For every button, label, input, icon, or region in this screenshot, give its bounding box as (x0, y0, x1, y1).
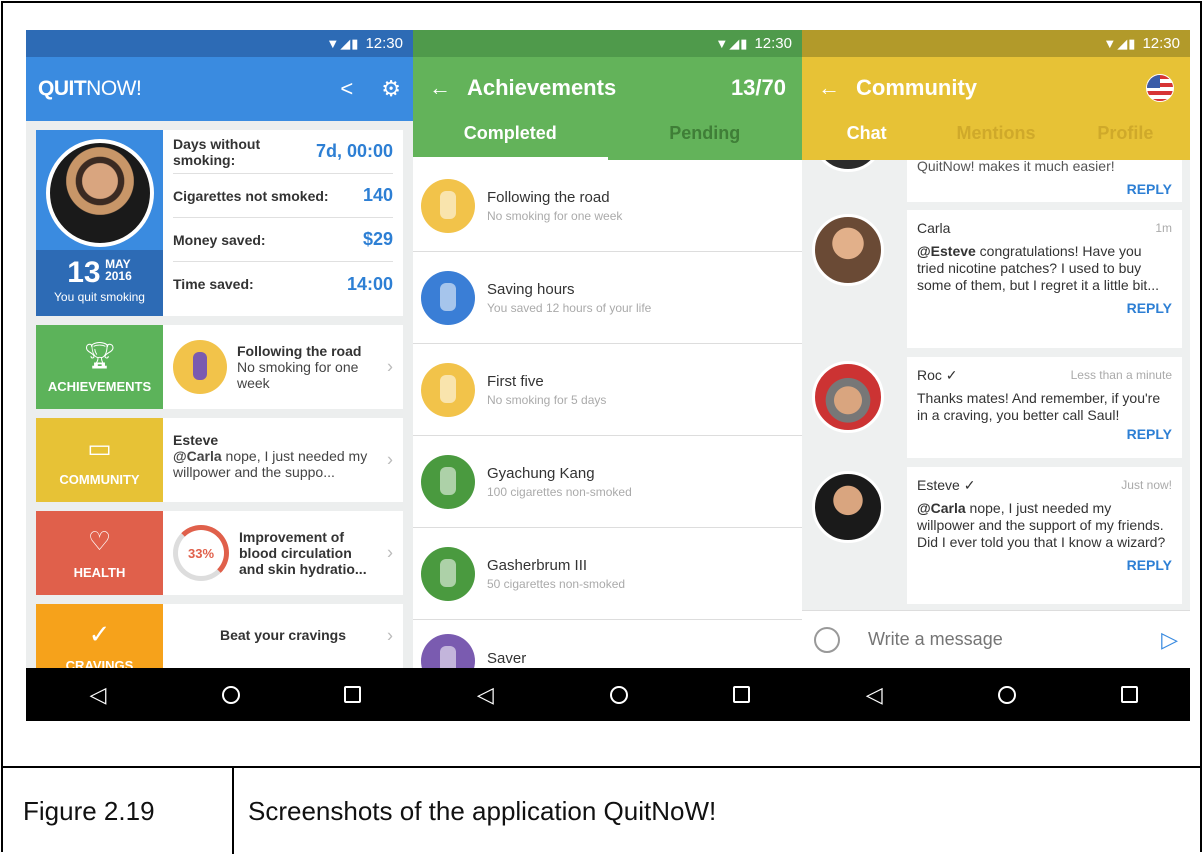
back-arrow-icon[interactable]: ← (818, 75, 840, 101)
list-item[interactable]: Following the road No smoking for one wee… (413, 160, 802, 252)
list-item[interactable]: First five No smoking for 5 days (413, 344, 802, 436)
recents-square-icon[interactable] (732, 686, 750, 703)
list-item[interactable]: Saving hours You saved 12 hours of your l… (413, 252, 802, 344)
reply-button[interactable]: REPLY (917, 426, 1172, 443)
tab-profile[interactable]: Profile (1061, 119, 1190, 160)
caption-divider (232, 768, 234, 854)
recents-square-icon[interactable] (344, 686, 361, 703)
home-circle-icon[interactable] (998, 685, 1017, 704)
chevron-right-icon: › (387, 356, 393, 377)
back-triangle-icon[interactable]: ◁ (465, 682, 505, 708)
figure-caption: Figure 2.19 Screenshots of the applicati… (1, 766, 1202, 854)
figure-caption-text: Screenshots of the application QuitNoW! (248, 796, 717, 826)
chevron-right-icon: › (387, 449, 393, 470)
community-screen: QuitNow! makes it much easier! REPLY Car… (802, 30, 1190, 721)
status-time: 12:30 (365, 35, 403, 52)
stat-days: Days without smoking: 7d, 00:00 (173, 130, 393, 174)
stat-cigarettes: Cigarettes not smoked: 140 (173, 174, 393, 218)
signal-icon: ▼◢▮ (1103, 35, 1137, 51)
us-flag-icon[interactable] (1146, 74, 1174, 102)
reply-button[interactable]: REPLY (917, 181, 1172, 198)
recents-square-icon[interactable] (1120, 686, 1138, 703)
stats-list: Days without smoking: 7d, 00:00 Cigarette… (163, 130, 403, 316)
achievements-card[interactable]: 🏆︎ ACHIEVEMENTS Following the road No smok… (36, 325, 403, 409)
tab-completed[interactable]: Completed (413, 119, 608, 160)
settings-gear-icon[interactable]: ⚙ (381, 76, 401, 102)
status-bar: ▼◢▮ 12:30 (802, 30, 1190, 57)
send-icon[interactable]: ▷ (1161, 627, 1178, 653)
stat-money: Money saved: $29 (173, 218, 393, 262)
heart-icon: ♡ (87, 526, 112, 556)
android-nav-bar: ◁ (26, 668, 413, 721)
app-bar: ← Achievements 13/70 Completed Pending (413, 57, 802, 160)
status-bar: ▼◢▮ 12:30 (413, 30, 802, 57)
status-time: 12:30 (754, 35, 792, 52)
message-input[interactable] (868, 629, 1162, 650)
stat-time: Time saved: 14:00 (173, 273, 393, 294)
back-arrow-icon[interactable]: ← (429, 75, 451, 101)
achievement-badge-icon (173, 340, 227, 394)
figure-number: Figure 2.19 (23, 796, 155, 826)
avatar (812, 361, 884, 433)
tab-pending[interactable]: Pending (608, 119, 803, 160)
emoji-smile-icon[interactable] (814, 626, 840, 653)
health-card[interactable]: ♡ HEALTH 33% Improvement of blood circula… (36, 511, 403, 595)
tab-chat[interactable]: Chat (802, 119, 931, 160)
status-bar: ▼◢▮ 12:30 (26, 30, 413, 57)
home-circle-icon[interactable] (609, 685, 628, 704)
list-item[interactable]: Gyachung Kang 100 cigarettes non-smoked (413, 436, 802, 528)
achievement-badge-icon (421, 546, 475, 601)
signal-icon: ▼◢▮ (715, 35, 749, 51)
health-progress-ring: 33% (173, 525, 229, 581)
status-time: 12:30 (1142, 35, 1180, 52)
avatar (46, 139, 154, 247)
message-composer: ▷ (802, 610, 1190, 668)
android-nav-bar: ◁ (413, 668, 802, 721)
chat-bubble-icon: ▭ (87, 433, 112, 463)
home-circle-icon[interactable] (222, 685, 240, 704)
achievement-badge-icon (421, 362, 475, 417)
android-nav-bar: ◁ (802, 668, 1190, 721)
achievement-count: 13/70 (730, 75, 786, 100)
share-icon[interactable]: < (340, 76, 353, 102)
dashboard-screen: ▼◢▮ 12:30 QUITNOW! < ⚙ 13 MAY 2016 You qu… (26, 30, 413, 721)
list-item[interactable]: Gasherbrum III 50 cigarettes non-smoked (413, 528, 802, 620)
checkmark-icon: ✓ (88, 619, 111, 649)
achievement-badge-icon (421, 454, 475, 509)
achievement-list: Following the road No smoking for one wee… (413, 160, 802, 712)
reply-button[interactable]: REPLY (917, 557, 1172, 574)
chevron-right-icon: › (387, 542, 393, 563)
tab-mentions[interactable]: Mentions (931, 119, 1060, 160)
quit-date: 13 MAY 2016 You quit smoking (36, 250, 163, 316)
app-bar: ← Community Chat Mentions Profile (802, 57, 1190, 160)
reply-button[interactable]: REPLY (917, 300, 1172, 317)
chevron-right-icon: › (387, 625, 393, 646)
avatar (812, 214, 884, 286)
page-title: Community (856, 75, 977, 100)
back-triangle-icon[interactable]: ◁ (854, 682, 894, 708)
profile-card: 13 MAY 2016 You quit smoking Days without… (36, 130, 403, 316)
achievement-badge-icon (421, 270, 475, 325)
avatar (812, 471, 884, 543)
back-triangle-icon[interactable]: ◁ (78, 682, 118, 708)
app-logo: QUITNOW! (38, 77, 142, 100)
achievements-screen: ▼◢▮ 12:30 ← Achievements 13/70 Completed… (413, 30, 802, 721)
app-bar: QUITNOW! < ⚙ (26, 57, 413, 121)
screenshots-row: ▼◢▮ 12:30 QUITNOW! < ⚙ 13 MAY 2016 You qu… (26, 30, 1190, 721)
trophy-icon: 🏆︎ (82, 340, 116, 370)
page-title: Achievements (467, 75, 617, 100)
signal-icon: ▼◢▮ (326, 35, 360, 51)
achievement-badge-icon (421, 178, 475, 233)
community-card[interactable]: ▭ COMMUNITY Esteve @Carla nope, I just ne… (36, 418, 403, 502)
